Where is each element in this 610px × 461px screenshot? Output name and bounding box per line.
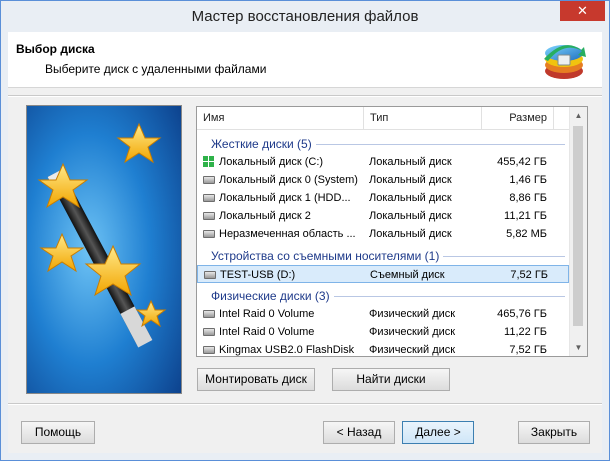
item-type: Физический диск (369, 326, 456, 338)
hard-drive-icon (203, 194, 215, 202)
step-title: Выбор диска (16, 42, 95, 56)
item-size: 7,52 ГБ (510, 269, 548, 281)
wizard-illustration (26, 105, 182, 394)
item-name: Локальный диск 0 (System) (219, 174, 358, 186)
close-button[interactable]: Закрыть (518, 421, 590, 444)
column-header-type[interactable]: Тип (364, 107, 482, 129)
item-type: Съемный диск (370, 269, 445, 281)
hard-drive-icon (203, 230, 215, 238)
item-name: Неразмеченная область ... (219, 228, 356, 240)
client-area: Выбор диска Выберите диск с удаленными ф… (8, 32, 602, 453)
window-close-button[interactable]: ✕ (560, 1, 605, 21)
group-label: Жесткие диски (5) (211, 135, 316, 153)
windows-drive-icon (203, 156, 214, 167)
group-physical-disks[interactable]: Физические диски (3) (197, 287, 569, 305)
item-size: 8,86 ГБ (509, 192, 547, 204)
list-item[interactable]: Intel Raid 0 Volume Физический диск 465,… (197, 305, 569, 323)
item-type: Локальный диск (369, 192, 452, 204)
wizard-header: Выбор диска Выберите диск с удаленными ф… (8, 32, 602, 88)
item-size: 455,42 ГБ (497, 156, 547, 168)
item-size: 1,46 ГБ (509, 174, 547, 186)
window-title: Мастер восстановления файлов (191, 8, 419, 25)
item-type: Локальный диск (369, 228, 452, 240)
hard-drive-icon (203, 328, 215, 336)
vertical-scrollbar[interactable]: ▲ ▼ (569, 107, 587, 356)
scroll-down-icon[interactable]: ▼ (570, 339, 587, 356)
item-type: Локальный диск (369, 156, 452, 168)
title-bar: Мастер восстановления файлов ✕ (1, 1, 609, 32)
item-type: Локальный диск (369, 174, 452, 186)
usb-drive-icon (204, 271, 216, 279)
item-name: Локальный диск (C:) (219, 156, 324, 168)
next-button[interactable]: Далее > (402, 421, 474, 444)
item-size: 11,22 ГБ (504, 326, 547, 338)
disk-list[interactable]: Имя Тип Размер Жесткие диски (5) Локальн… (196, 106, 588, 357)
item-type: Физический диск (369, 308, 456, 320)
list-item-selected[interactable]: TEST-USB (D:) Съемный диск 7,52 ГБ (197, 265, 569, 283)
group-removable-devices[interactable]: Устройства со съемными носителями (1) (197, 247, 569, 265)
item-name: Локальный диск 1 (HDD... (219, 192, 351, 204)
hard-drive-icon (203, 310, 215, 318)
list-item[interactable]: Локальный диск 1 (HDD... Локальный диск … (197, 189, 569, 207)
back-button[interactable]: < Назад (323, 421, 395, 444)
list-item[interactable]: Неразмеченная область ... Локальный диск… (197, 225, 569, 243)
item-type: Локальный диск (369, 210, 452, 222)
item-name: Локальный диск 2 (219, 210, 311, 222)
footer-separator (8, 403, 602, 405)
list-header: Имя Тип Размер (197, 107, 569, 130)
group-hard-disks[interactable]: Жесткие диски (5) (197, 135, 569, 153)
column-header-name[interactable]: Имя (197, 107, 364, 129)
hard-drive-icon (203, 212, 215, 220)
group-label: Устройства со съемными носителями (1) (211, 247, 444, 265)
find-disks-button[interactable]: Найти диски (332, 368, 450, 391)
list-item[interactable]: Intel Raid 0 Volume Физический диск 11,2… (197, 323, 569, 341)
header-separator (8, 95, 602, 97)
hard-drive-icon (203, 346, 215, 354)
item-type: Физический диск (369, 344, 456, 356)
scroll-thumb[interactable] (573, 126, 583, 326)
list-item[interactable]: Локальный диск (C:) Локальный диск 455,4… (197, 153, 569, 171)
hard-drive-icon (203, 176, 215, 184)
item-name: Kingmax USB2.0 FlashDisk (219, 344, 355, 356)
column-header-size[interactable]: Размер (482, 107, 554, 129)
mount-disk-button[interactable]: Монтировать диск (197, 368, 315, 391)
item-name: Intel Raid 0 Volume (219, 308, 315, 320)
list-item[interactable]: Локальный диск 0 (System) Локальный диск… (197, 171, 569, 189)
list-item[interactable]: Kingmax USB2.0 FlashDisk Физический диск… (197, 341, 569, 356)
item-size: 465,76 ГБ (497, 308, 547, 320)
group-label: Физические диски (3) (211, 287, 334, 305)
item-name: Intel Raid 0 Volume (219, 326, 315, 338)
recovery-logo-icon (544, 45, 586, 79)
wizard-window: Мастер восстановления файлов ✕ Выбор дис… (0, 0, 610, 461)
magic-wand-icon (27, 106, 181, 393)
step-subtitle: Выберите диск с удаленными файлами (45, 62, 267, 76)
help-button[interactable]: Помощь (21, 421, 95, 444)
item-size: 7,52 ГБ (509, 344, 547, 356)
item-size: 5,82 МБ (506, 228, 547, 240)
list-item[interactable]: Локальный диск 2 Локальный диск 11,21 ГБ (197, 207, 569, 225)
scroll-up-icon[interactable]: ▲ (570, 107, 587, 124)
item-name: TEST-USB (D:) (220, 269, 296, 281)
item-size: 11,21 ГБ (504, 210, 547, 222)
